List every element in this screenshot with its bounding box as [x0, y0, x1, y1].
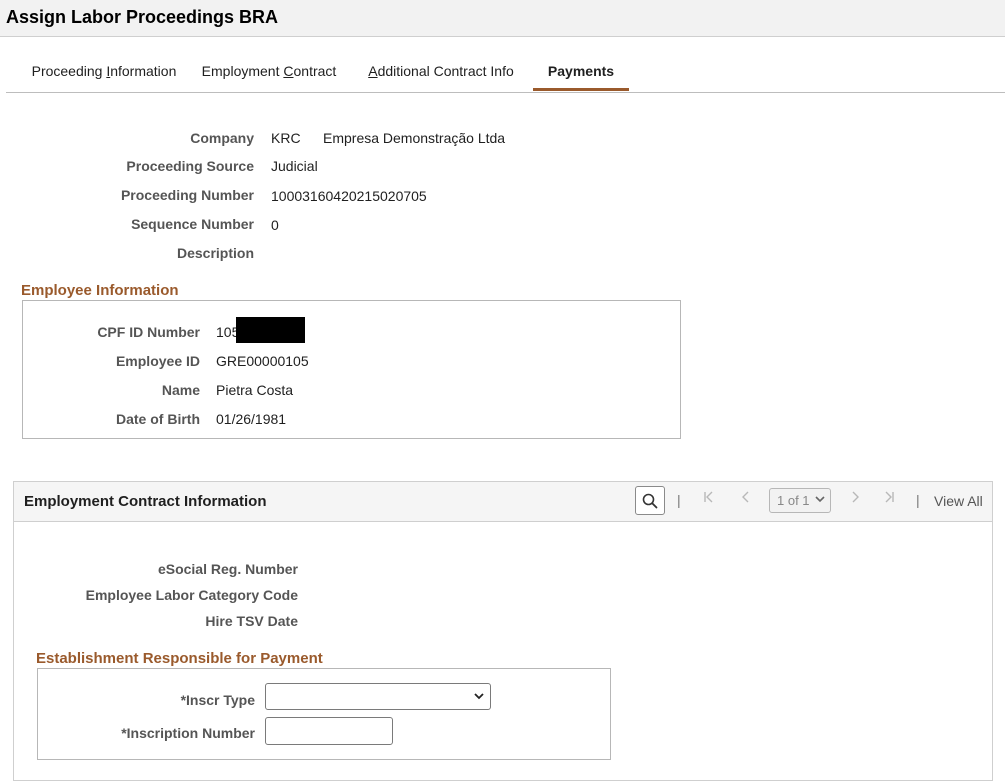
separator: | — [916, 492, 920, 508]
inscr-type-label: *Inscr Type — [180, 692, 255, 708]
employee-information-title: Employee Information — [21, 282, 179, 299]
chevron-down-icon — [814, 492, 826, 509]
inscr-type-select[interactable] — [265, 683, 491, 710]
next-icon[interactable] — [848, 490, 862, 508]
establishment-box — [37, 668, 611, 760]
proceeding-number-label: Proceeding Number — [120, 187, 254, 203]
employee-id-label: Employee ID — [115, 353, 200, 369]
establishment-title: Establishment Responsible for Payment — [36, 650, 323, 667]
tab-payments[interactable]: Payments — [533, 58, 629, 91]
inscription-number-input[interactable] — [265, 717, 393, 745]
tab-employment-contract[interactable]: Employment Contract — [194, 58, 344, 91]
tab-employment-contract-label: Employment Contract — [201, 63, 337, 79]
employment-contract-title: Employment Contract Information — [24, 493, 267, 510]
redaction-block — [236, 317, 305, 343]
chevron-down-icon — [473, 688, 485, 707]
page-title: Assign Labor Proceedings BRA — [6, 7, 279, 27]
company-code: KRC — [271, 130, 301, 146]
tab-additional-contract-info-label: Additional Contract Info — [368, 63, 514, 79]
last-page-icon[interactable] — [882, 490, 896, 508]
employee-id-value: GRE00000105 — [216, 353, 309, 369]
company-name: Empresa Demonstração Ltda — [323, 130, 506, 146]
search-button[interactable] — [635, 486, 665, 515]
view-all-link[interactable]: View All — [934, 493, 983, 509]
tab-payments-label: Payments — [547, 63, 615, 79]
first-page-icon[interactable] — [702, 490, 716, 508]
sequence-number-label: Sequence Number — [131, 216, 254, 232]
separator: | — [677, 492, 681, 508]
labor-category-code-label: Employee Labor Category Code — [85, 587, 298, 603]
search-icon — [642, 493, 658, 508]
tab-additional-contract-info[interactable]: Additional Contract Info — [359, 58, 523, 91]
name-value: Pietra Costa — [216, 382, 294, 398]
description-label: Description — [176, 245, 254, 261]
tab-bar: Proceeding Information Employment Contra… — [6, 58, 1005, 93]
name-label: Name — [161, 382, 200, 398]
previous-icon[interactable] — [739, 490, 753, 508]
proceeding-source-value: Judicial — [271, 158, 318, 174]
grid-header: Employment Contract Information | 1 of 1 — [14, 482, 992, 522]
proceeding-source-label: Proceeding Source — [126, 158, 254, 174]
date-of-birth-label: Date of Birth — [116, 411, 200, 427]
date-of-birth-value: 01/26/1981 — [216, 411, 287, 427]
company-label: Company — [190, 130, 254, 146]
proceeding-number-value: 10003160420215020705 — [271, 188, 427, 204]
sequence-number-value: 0 — [271, 217, 279, 233]
pager-text: 1 of 1 — [777, 493, 810, 508]
tab-proceeding-information[interactable]: Proceeding Information — [14, 58, 194, 91]
hire-tsv-date-label: Hire TSV Date — [205, 613, 298, 629]
inscription-number-label: *Inscription Number — [121, 725, 255, 741]
title-bar: Assign Labor Proceedings BRA — [0, 0, 1005, 37]
pager-select[interactable]: 1 of 1 — [769, 488, 831, 513]
tab-proceeding-information-label: Proceeding Information — [31, 63, 177, 79]
esocial-reg-number-label: eSocial Reg. Number — [157, 561, 298, 577]
cpf-id-label: CPF ID Number — [97, 324, 200, 340]
